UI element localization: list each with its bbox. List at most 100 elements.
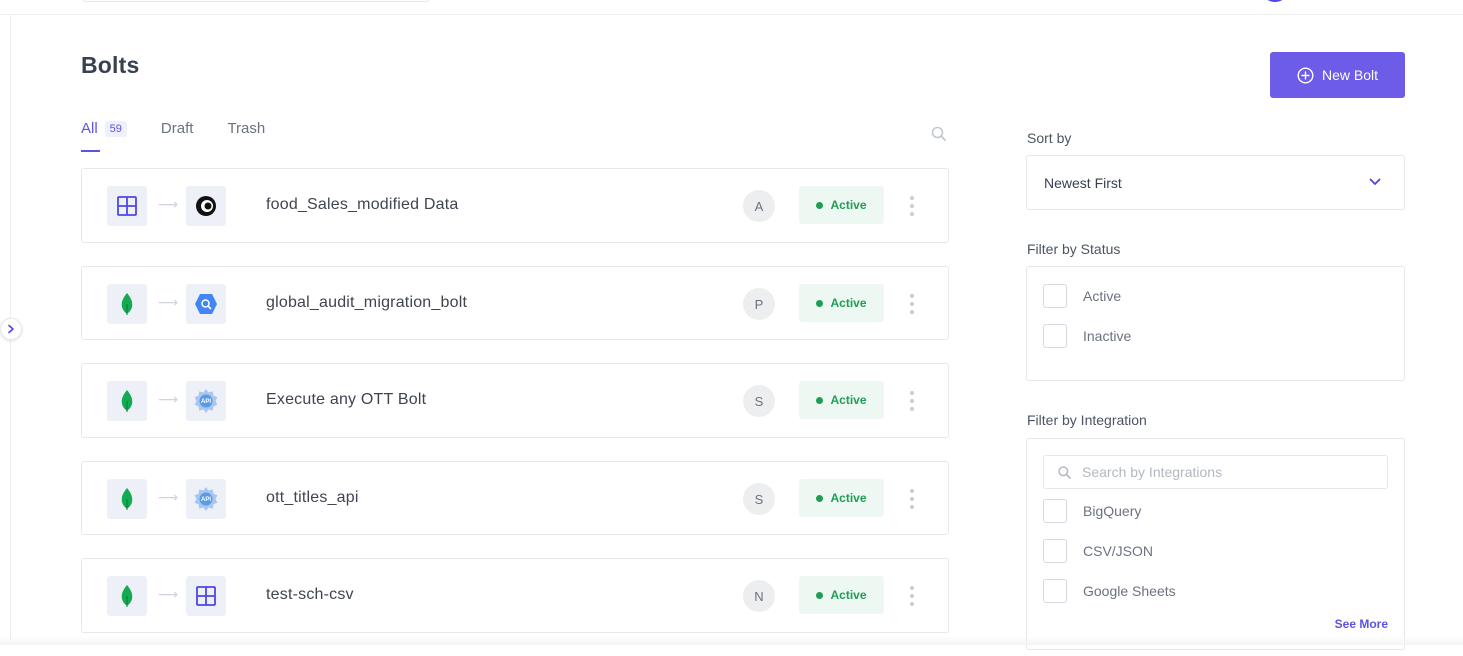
bolt-name: test-sch-csv	[266, 586, 354, 603]
tab-label: Trash	[227, 120, 266, 137]
destination-integration	[186, 284, 226, 324]
user-avatar[interactable]	[1266, 0, 1284, 2]
bolt-name: ott_titles_api	[266, 489, 359, 506]
owner-avatar: A	[743, 190, 775, 222]
status-option-inactive[interactable]: Inactive	[1043, 324, 1131, 348]
sidebar-expand-button[interactable]	[0, 318, 22, 340]
search-icon	[931, 126, 946, 141]
destination-integration	[186, 576, 226, 616]
bolt-card[interactable]: ⟶ global_audit_migration_bolt P Active	[81, 266, 949, 340]
search-icon	[1058, 465, 1071, 479]
integration-filter-label: Filter by Integration	[1027, 412, 1147, 428]
integration-option-bigquery[interactable]: BigQuery	[1043, 499, 1141, 523]
integration-filter-panel: BigQuery CSV/JSON Google Sheets See More	[1026, 438, 1405, 650]
list-search-button[interactable]	[930, 125, 948, 143]
destination-integration: API	[186, 479, 226, 519]
integration-option-google-sheets[interactable]: Google Sheets	[1043, 579, 1176, 603]
destination-integration: API	[186, 381, 226, 421]
status-dot	[816, 396, 824, 404]
bolt-card[interactable]: ⟶ API ott_titles_api S Active	[81, 461, 949, 535]
owner-avatar: P	[743, 288, 775, 320]
chevron-right-icon	[8, 324, 14, 334]
status-label: Active	[830, 491, 867, 505]
arrow-right-icon: ⟶	[158, 586, 179, 602]
sort-label: Sort by	[1027, 130, 1072, 146]
option-label: CSV/JSON	[1083, 543, 1154, 559]
integration-option-csv-json[interactable]: CSV/JSON	[1043, 539, 1153, 563]
bigquery-icon	[195, 294, 217, 314]
mongodb-icon	[121, 585, 133, 607]
arrow-right-icon: ⟶	[158, 294, 179, 310]
owner-avatar: S	[743, 483, 775, 515]
svg-text:API: API	[201, 497, 211, 503]
global-search-input[interactable]	[82, 0, 430, 2]
bottom-edge	[0, 636, 1463, 645]
checkbox[interactable]	[1043, 324, 1067, 348]
arrow-right-icon: ⟶	[158, 391, 179, 407]
option-label: Google Sheets	[1083, 583, 1176, 599]
mongodb-icon	[121, 488, 133, 510]
checkbox[interactable]	[1043, 539, 1067, 563]
webhook-icon	[196, 196, 216, 216]
bolt-name: food_Sales_modified Data	[266, 196, 459, 213]
destination-integration	[186, 186, 226, 226]
status-badge: Active	[799, 576, 884, 614]
source-integration	[107, 479, 147, 519]
status-label: Active	[830, 296, 867, 310]
see-more-link[interactable]: See More	[1335, 617, 1388, 631]
checkbox[interactable]	[1043, 579, 1067, 603]
page-title: Bolts	[81, 52, 140, 78]
integration-search[interactable]	[1043, 455, 1388, 489]
option-label: Inactive	[1083, 328, 1132, 344]
checkbox[interactable]	[1043, 284, 1067, 308]
bolt-list: ⟶ food_Sales_modified Data A Active ⟶ gl…	[81, 168, 949, 656]
bolt-name: Execute any OTT Bolt	[266, 391, 427, 408]
integration-search-input[interactable]	[1082, 464, 1372, 480]
mongodb-icon	[121, 390, 133, 412]
tab-trash[interactable]: Trash	[227, 120, 265, 152]
tab-all[interactable]: All 59	[81, 120, 127, 152]
option-label: BigQuery	[1083, 503, 1142, 519]
status-badge: Active	[799, 381, 884, 419]
bolt-card[interactable]: ⟶ API Execute any OTT Bolt S Active	[81, 363, 949, 438]
new-bolt-label: New Bolt	[1321, 67, 1379, 83]
status-filter-panel: Active Inactive	[1026, 266, 1405, 381]
status-filter-label: Filter by Status	[1027, 241, 1121, 257]
api-icon: API	[194, 487, 218, 511]
bolt-card[interactable]: ⟶ food_Sales_modified Data A Active	[81, 168, 949, 243]
more-options-button[interactable]	[908, 294, 916, 314]
sort-dropdown[interactable]: Newest First	[1026, 155, 1405, 210]
owner-avatar: N	[743, 580, 775, 612]
status-label: Active	[830, 198, 867, 212]
source-integration	[107, 381, 147, 421]
status-badge: Active	[799, 479, 884, 517]
arrow-right-icon: ⟶	[158, 196, 179, 212]
svg-text:API: API	[201, 399, 211, 405]
new-bolt-button[interactable]: New Bolt	[1270, 52, 1405, 98]
top-bar	[0, 0, 1463, 15]
more-options-button[interactable]	[908, 489, 916, 509]
bolt-tabs: All 59 Draft Trash	[81, 120, 299, 152]
tab-draft[interactable]: Draft	[161, 120, 194, 152]
status-option-active[interactable]: Active	[1043, 284, 1121, 308]
bolt-card[interactable]: ⟶ test-sch-csv N Active	[81, 558, 949, 633]
checkbox[interactable]	[1043, 499, 1067, 523]
tab-count-badge: 59	[104, 121, 127, 137]
status-label: Active	[830, 393, 867, 407]
chevron-down-icon	[1369, 178, 1381, 185]
status-badge: Active	[799, 186, 884, 224]
mongodb-icon	[121, 293, 133, 315]
source-integration	[107, 576, 147, 616]
more-options-button[interactable]	[908, 196, 916, 216]
bolt-name: global_audit_migration_bolt	[266, 294, 468, 311]
more-options-button[interactable]	[908, 391, 916, 411]
tab-label: All	[81, 120, 98, 137]
status-dot	[816, 494, 824, 502]
owner-avatar: S	[743, 385, 775, 417]
plus-circle-icon	[1297, 66, 1314, 84]
more-options-button[interactable]	[908, 586, 916, 606]
status-dot	[816, 201, 824, 209]
status-label: Active	[830, 588, 867, 602]
source-integration	[107, 186, 147, 226]
tab-label: Draft	[160, 120, 194, 137]
